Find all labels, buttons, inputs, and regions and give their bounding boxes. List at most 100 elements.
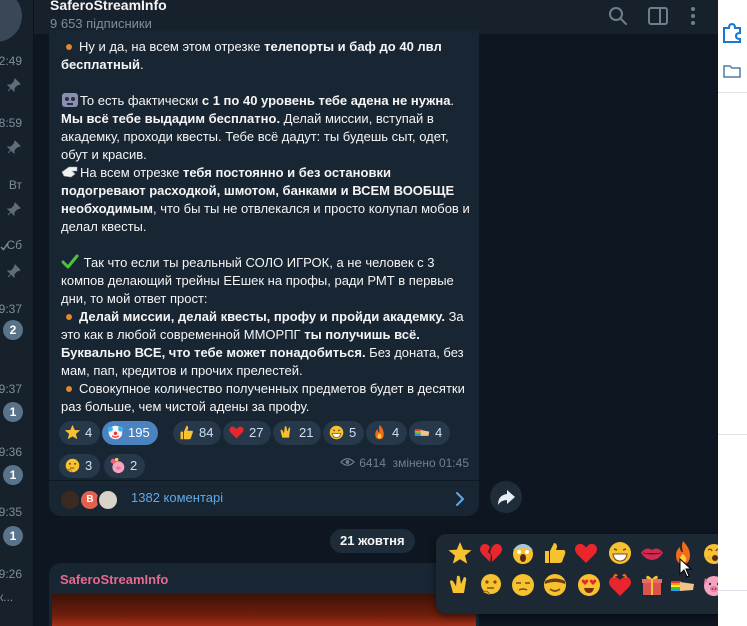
pointing-hand-icon bbox=[61, 166, 78, 178]
skull-sticker-icon bbox=[62, 93, 78, 107]
chat-list-item[interactable]: 9:37 2 bbox=[0, 298, 33, 360]
chat-time: 9:37 bbox=[0, 302, 22, 316]
channel-post[interactable]: SaferoStreamInfo bbox=[49, 563, 479, 626]
pin-icon bbox=[7, 264, 21, 278]
divider bbox=[718, 92, 747, 93]
chat-view: SaferoStreamInfo 9 653 підписники Ну и д… bbox=[34, 0, 718, 626]
reaction-option[interactable] bbox=[542, 572, 568, 598]
grinning-face-icon bbox=[609, 542, 631, 564]
reaction-option[interactable] bbox=[607, 540, 633, 566]
star-struck-face-icon bbox=[544, 574, 566, 596]
reaction-option[interactable] bbox=[639, 572, 665, 598]
subscriber-count: 9 653 підписники bbox=[50, 16, 152, 31]
reaction-option[interactable] bbox=[478, 540, 504, 566]
yawning-face-icon bbox=[704, 544, 718, 564]
reaction-chip[interactable]: 5 bbox=[323, 421, 365, 445]
commenter-avatar bbox=[59, 489, 81, 511]
reaction-option[interactable] bbox=[510, 540, 536, 566]
chat-list-item[interactable]: 2:49 bbox=[0, 50, 33, 112]
post-text: Ну и да, на всем этом отрезке телепорты … bbox=[61, 39, 470, 414]
search-icon[interactable] bbox=[606, 4, 630, 28]
reaction-option[interactable] bbox=[447, 572, 473, 598]
chat-time: 9:37 bbox=[0, 382, 22, 396]
reaction-chip[interactable]: 4 bbox=[409, 421, 451, 445]
reaction-option[interactable] bbox=[701, 540, 718, 566]
clap-icon bbox=[280, 426, 291, 438]
pin-icon bbox=[7, 202, 21, 216]
reaction-chip[interactable]: 27 bbox=[223, 421, 272, 445]
unread-badge: 1 bbox=[3, 526, 23, 546]
chat-preview: к... bbox=[0, 590, 14, 604]
reaction-option[interactable] bbox=[607, 572, 633, 598]
bullet-icon bbox=[66, 385, 72, 392]
heart-on-fire-icon bbox=[609, 573, 631, 596]
reaction-option[interactable] bbox=[701, 572, 718, 598]
sidebar-toggle-icon[interactable] bbox=[646, 4, 670, 28]
thinking-icon bbox=[65, 458, 80, 473]
more-menu-icon[interactable] bbox=[681, 4, 705, 28]
chat-list-item[interactable]: 9:36 1 bbox=[0, 441, 33, 503]
reaction-chip[interactable]: 2 bbox=[104, 454, 146, 478]
chat-list: 2:49 8:59 Вт Сб 9:37 2 9:37 1 9:36 1 9:3… bbox=[0, 0, 34, 626]
unread-badge: 1 bbox=[3, 465, 23, 485]
chat-list-item[interactable]: 9:26 к... bbox=[0, 565, 33, 626]
chat-time: Сб bbox=[6, 238, 22, 252]
reaction-option[interactable] bbox=[576, 572, 602, 598]
reaction-chip-selected[interactable]: 195 bbox=[102, 421, 158, 445]
chat-list-item[interactable]: 9:37 1 bbox=[0, 378, 33, 440]
chat-time: 9:35 bbox=[0, 505, 22, 519]
reaction-option[interactable] bbox=[447, 540, 473, 566]
divider bbox=[718, 434, 747, 435]
reaction-chip[interactable]: 84 bbox=[173, 421, 222, 445]
reaction-picker bbox=[436, 534, 718, 614]
rainbow-hand-icon bbox=[414, 429, 430, 436]
share-button[interactable] bbox=[490, 481, 522, 513]
unamused-face-icon bbox=[512, 574, 534, 596]
chat-time: 9:26 bbox=[0, 567, 22, 581]
thumbs-up-icon bbox=[545, 543, 566, 563]
chat-time: Вт bbox=[8, 178, 22, 192]
post-photo[interactable] bbox=[52, 594, 476, 626]
bullet-icon bbox=[66, 43, 72, 50]
view-count: 6414 bbox=[359, 456, 386, 470]
mouse-cursor-icon bbox=[679, 558, 693, 578]
lips-icon bbox=[641, 548, 663, 560]
chat-time: 8:59 bbox=[0, 116, 22, 130]
grin-icon bbox=[329, 425, 344, 440]
thumbs-up-icon bbox=[180, 425, 193, 440]
chat-list-item[interactable]: Вт bbox=[0, 174, 33, 236]
screaming-face-icon bbox=[513, 544, 533, 564]
pin-icon bbox=[7, 140, 21, 154]
chat-avatar[interactable] bbox=[0, 0, 22, 42]
chat-list-item[interactable]: Сб bbox=[0, 236, 33, 298]
channel-title[interactable]: SaferoStreamInfo bbox=[50, 0, 167, 13]
reaction-option[interactable] bbox=[639, 540, 665, 566]
chat-list-item[interactable]: 8:59 bbox=[0, 112, 33, 174]
right-panel bbox=[718, 0, 747, 626]
reaction-chip[interactable]: 4 bbox=[59, 421, 101, 445]
commenter-avatar bbox=[97, 489, 119, 511]
reaction-option[interactable] bbox=[573, 540, 599, 566]
unread-badge: 1 bbox=[3, 402, 23, 422]
check-mark-icon bbox=[61, 254, 79, 269]
comments-count[interactable]: 1382 коментарі bbox=[131, 490, 223, 505]
comments-bar[interactable]: В 1382 коментарі bbox=[49, 480, 479, 516]
pig-face-icon bbox=[704, 576, 718, 596]
chat-header[interactable]: SaferoStreamInfo 9 653 підписники bbox=[34, 0, 718, 34]
reaction-chip[interactable]: 3 bbox=[59, 454, 101, 478]
chevron-right-icon[interactable] bbox=[453, 491, 467, 507]
pin-icon bbox=[7, 78, 21, 92]
puzzle-extension-icon[interactable] bbox=[721, 22, 743, 44]
reaction-chip[interactable]: 4 bbox=[366, 421, 408, 445]
reaction-option[interactable] bbox=[478, 572, 504, 598]
heart-eyes-face-icon bbox=[578, 574, 600, 596]
reaction-option[interactable] bbox=[510, 572, 536, 598]
folder-icon[interactable] bbox=[723, 63, 741, 79]
channel-post[interactable]: Ну и да, на всем этом отрезке телепорты … bbox=[49, 30, 479, 516]
reaction-option[interactable] bbox=[542, 540, 568, 566]
clapping-hands-icon bbox=[450, 575, 467, 593]
post-author[interactable]: SaferoStreamInfo bbox=[60, 572, 168, 587]
red-heart-icon bbox=[574, 543, 598, 563]
chat-list-item[interactable]: 9:35 1 bbox=[0, 503, 33, 565]
reaction-chip[interactable]: 21 bbox=[273, 421, 322, 445]
